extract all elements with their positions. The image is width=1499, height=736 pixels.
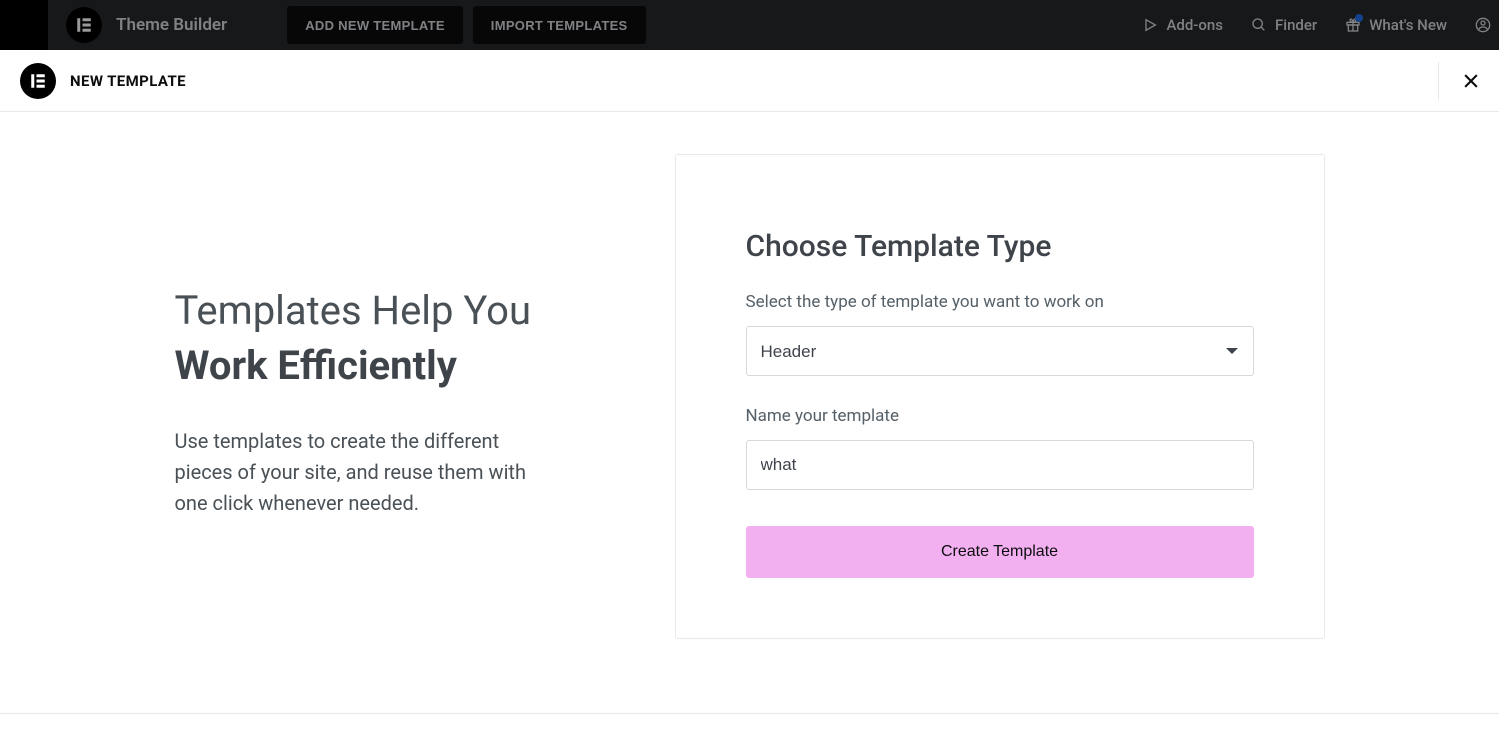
whats-new-link[interactable]: What's New <box>1345 16 1447 34</box>
template-name-label: Name your template <box>746 406 1254 426</box>
whats-new-label: What's New <box>1369 16 1447 34</box>
modal-content: Templates Help You Work Efficiently Use … <box>0 112 1499 639</box>
elementor-logo-icon <box>66 7 102 43</box>
template-type-label: Select the type of template you want to … <box>746 292 1254 312</box>
template-name-input[interactable] <box>746 440 1254 490</box>
headline-line-2: Work Efficiently <box>175 338 675 394</box>
modal-header: NEW TEMPLATE <box>0 50 1499 112</box>
app-toolbar: Theme Builder ADD NEW TEMPLATE IMPORT TE… <box>0 0 1499 50</box>
sidebar-toggle[interactable] <box>0 0 48 50</box>
play-icon <box>1142 17 1158 33</box>
notification-dot-icon <box>1355 14 1363 22</box>
create-template-button[interactable]: Create Template <box>746 526 1254 578</box>
template-type-select-wrap: Header <box>746 326 1254 376</box>
template-form: Choose Template Type Select the type of … <box>675 154 1325 639</box>
toolbar-title: Theme Builder <box>116 15 227 35</box>
toolbar-right: Add-ons Finder What's New <box>1142 16 1499 34</box>
modal-title: NEW TEMPLATE <box>70 72 186 90</box>
import-templates-button[interactable]: IMPORT TEMPLATES <box>473 6 646 44</box>
addons-label: Add-ons <box>1166 16 1223 34</box>
form-title: Choose Template Type <box>746 229 1254 264</box>
add-new-template-button[interactable]: ADD NEW TEMPLATE <box>287 6 463 44</box>
elementor-logo-icon <box>20 63 56 99</box>
bottom-divider <box>0 713 1499 714</box>
description-text: Use templates to create the different pi… <box>175 426 545 519</box>
close-icon <box>1461 71 1481 91</box>
left-copy: Templates Help You Work Efficiently Use … <box>175 154 675 639</box>
user-menu[interactable] <box>1475 17 1491 33</box>
addons-link[interactable]: Add-ons <box>1142 16 1223 34</box>
finder-label: Finder <box>1275 16 1317 34</box>
user-icon <box>1475 17 1491 33</box>
finder-link[interactable]: Finder <box>1251 16 1317 34</box>
search-icon <box>1251 17 1267 33</box>
close-button[interactable] <box>1438 62 1481 100</box>
template-type-select[interactable]: Header <box>746 326 1254 376</box>
headline-line-1: Templates Help You <box>175 284 675 338</box>
